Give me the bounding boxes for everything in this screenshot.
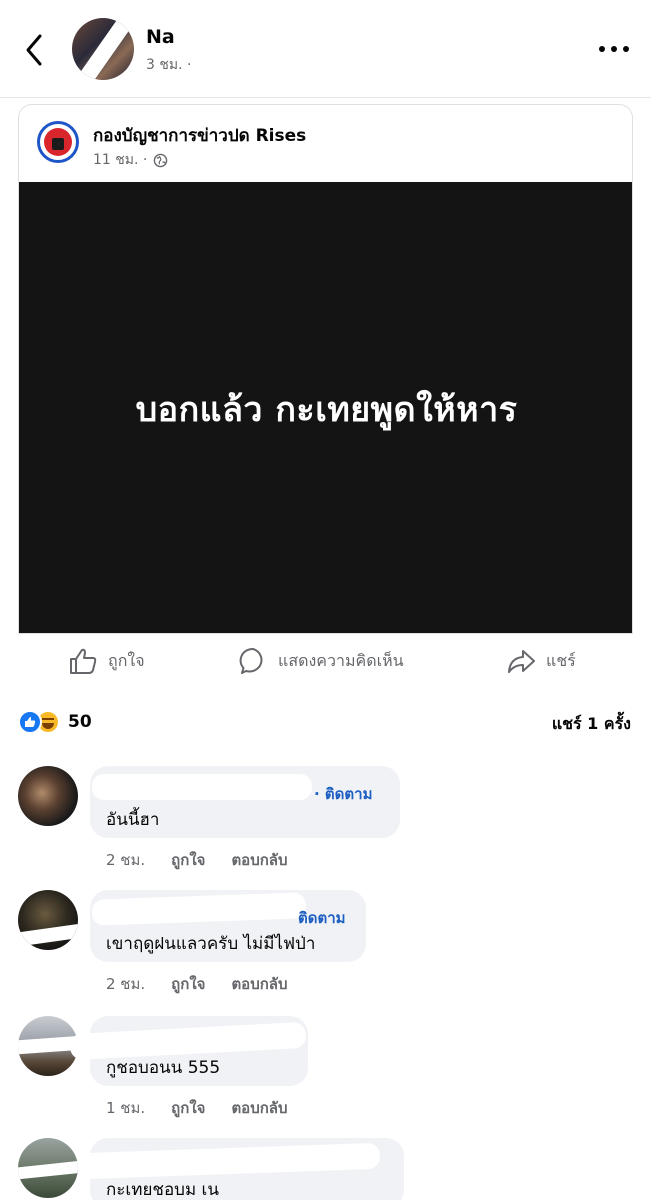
comment-bubble[interactable]: กะเทยชอบม เน	[79, 1138, 404, 1200]
comment-text: เขาฤดูฝนแลวครับ ไม่มีไฟป่า	[106, 934, 316, 954]
comment-text: กะเทยชอบม เน	[106, 1180, 219, 1200]
like-button[interactable]: ถูกใจ	[68, 646, 145, 676]
page-avatar[interactable]	[37, 121, 79, 163]
comment-like-link[interactable]: ถูกใจ	[171, 972, 205, 996]
comment-time: 1 ชม.	[106, 1099, 146, 1117]
chevron-left-icon	[26, 34, 42, 66]
author-name[interactable]: Na	[146, 26, 175, 48]
globe-icon	[154, 153, 168, 167]
comment-time: 2 ชม.	[106, 975, 146, 993]
commenter-avatar[interactable]	[18, 890, 78, 950]
comment-reply-link[interactable]: ตอบกลับ	[231, 972, 287, 996]
comment-text: กูชอบอนน 555	[106, 1058, 221, 1078]
shared-post-card[interactable]: กองบัญชาการข่าวปด Rises 11 ชม. · บอกแล้ว…	[18, 104, 633, 634]
author-avatar[interactable]	[72, 18, 134, 80]
shared-post-time: 11 ชม. ·	[93, 152, 148, 168]
post-image-text: บอกแล้ว กะเทยพูดให้หาร	[135, 389, 518, 430]
comment-label: แสดงความคิดเห็น	[278, 650, 404, 670]
more-options-button[interactable]	[599, 40, 629, 58]
comment-item: กูชอบอนน 555 1 ชม. ถูกใจ ตอบกลับ	[18, 1016, 633, 1126]
commenter-avatar[interactable]	[18, 1016, 78, 1076]
share-button[interactable]: แชร์	[506, 646, 576, 676]
follow-link[interactable]: · ติดตาม	[314, 782, 372, 806]
comment-bubble[interactable]: ติดตาม เขาฤดูฝนแลวครับ ไม่มีไฟป่า	[90, 890, 366, 962]
dot-icon	[599, 46, 605, 52]
post-header: Na 3 ชม. ·	[0, 0, 651, 98]
page-name[interactable]: กองบัญชาการข่าวปด Rises	[93, 122, 306, 149]
back-button[interactable]	[18, 30, 52, 70]
post-time: 3 ชม. ·	[146, 57, 192, 73]
comment-reply-link[interactable]: ตอบกลับ	[231, 848, 287, 872]
comment-button[interactable]: แสดงความคิดเห็น	[238, 646, 404, 676]
comment-text: อันนี้ฮา	[106, 810, 160, 830]
comment-bubble[interactable]: กูชอบอนน 555	[69, 1016, 308, 1086]
post-image[interactable]: บอกแล้ว กะเทยพูดให้หาร	[19, 182, 632, 633]
share-count[interactable]: แชร์ 1 ครั้ง	[552, 712, 631, 737]
comment-meta: 2 ชม. ถูกใจ ตอบกลับ	[106, 848, 288, 872]
commenter-avatar[interactable]	[18, 1138, 78, 1198]
like-reaction-icon	[18, 710, 42, 734]
like-label: ถูกใจ	[108, 650, 145, 670]
action-bar: ถูกใจ แสดงความคิดเห็น แชร์	[0, 640, 651, 688]
dot-icon	[611, 46, 617, 52]
comment-bubble-icon	[239, 647, 263, 674]
reaction-count: 50	[68, 712, 92, 732]
comment-meta: 2 ชม. ถูกใจ ตอบกลับ	[106, 972, 288, 996]
comment-time: 2 ชม.	[106, 851, 146, 869]
commenter-avatar[interactable]	[18, 766, 78, 826]
comment-item: กะเทยชอบม เน	[18, 1138, 633, 1200]
dot-icon	[623, 46, 629, 52]
comment-like-link[interactable]: ถูกใจ	[171, 848, 205, 872]
shared-post-meta: 11 ชม. ·	[93, 149, 168, 171]
thumbs-up-icon	[70, 648, 97, 674]
share-arrow-icon	[508, 650, 535, 673]
comment-item: · ติดตาม อันนี้ฮา 2 ชม. ถูกใจ ตอบกลับ	[18, 766, 633, 876]
comment-like-link[interactable]: ถูกใจ	[171, 1096, 205, 1120]
comment-reply-link[interactable]: ตอบกลับ	[231, 1096, 287, 1120]
follow-link[interactable]: ติดตาม	[298, 906, 346, 930]
comment-meta: 1 ชม. ถูกใจ ตอบกลับ	[106, 1096, 288, 1120]
comment-item: ติดตาม เขาฤดูฝนแลวครับ ไม่มีไฟป่า 2 ชม. …	[18, 890, 633, 1000]
reaction-summary[interactable]: 50	[18, 710, 92, 734]
share-label: แชร์	[546, 650, 576, 670]
comment-bubble[interactable]: · ติดตาม อันนี้ฮา	[90, 766, 400, 838]
